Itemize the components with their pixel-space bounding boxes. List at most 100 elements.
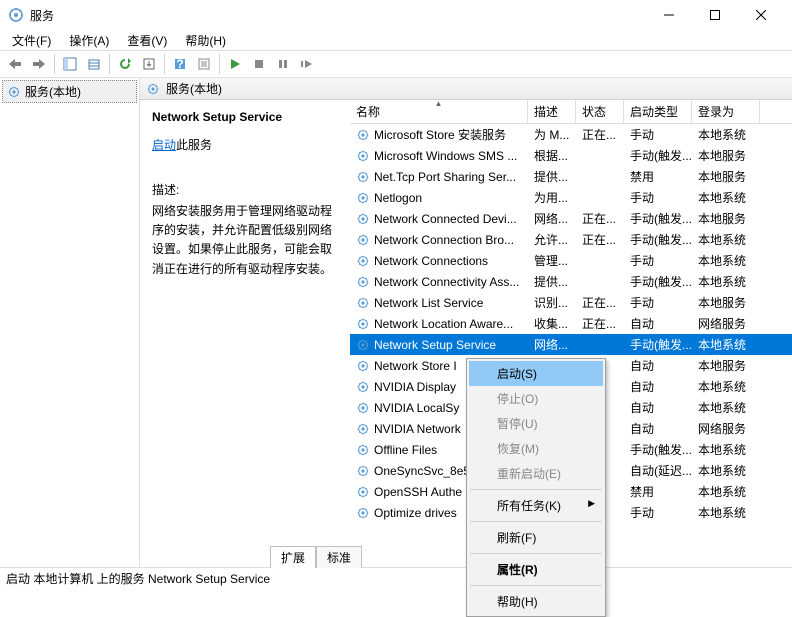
back-button[interactable] [4,53,26,75]
export-list-button[interactable] [83,53,105,75]
cell-desc: 网络... [528,336,576,353]
ctx-start[interactable]: 启动(S) [469,361,603,386]
service-title: Network Setup Service [152,110,338,124]
service-row[interactable]: Microsoft Windows SMS ...根据...手动(触发...本地… [350,145,792,166]
cell-name: Network Connection Bro... [350,233,528,247]
cell-startup: 手动 [624,189,692,206]
cell-startup: 手动 [624,126,692,143]
pause-service-button[interactable] [272,53,294,75]
cell-desc: 提供... [528,273,576,290]
help-button[interactable]: ? [169,53,191,75]
tree-root-item[interactable]: 服务(本地) [2,80,137,103]
cell-logon: 本地系统 [692,399,760,416]
cell-logon: 本地系统 [692,441,760,458]
cell-status: 正在... [576,126,624,143]
ctx-all-tasks[interactable]: 所有任务(K)▶ [469,493,603,518]
detail-header: 服务(本地) [140,78,792,100]
cell-startup: 手动 [624,504,692,521]
service-row[interactable]: Network List Service识别...正在...手动本地服务 [350,292,792,313]
column-name[interactable]: 名称▲ [350,100,528,123]
tab-standard[interactable]: 标准 [316,546,362,568]
cell-logon: 本地服务 [692,147,760,164]
cell-startup: 手动(触发... [624,336,692,353]
service-row[interactable]: Network Setup Service网络...手动(触发...本地系统 [350,334,792,355]
cell-logon: 本地服务 [692,357,760,374]
properties-button[interactable] [193,53,215,75]
cell-desc: 根据... [528,147,576,164]
cell-startup: 自动 [624,420,692,437]
column-status[interactable]: 状态 [576,100,624,123]
menubar: 文件(F) 操作(A) 查看(V) 帮助(H) [0,30,792,50]
service-row[interactable]: Network Connection Bro...允许...正在...手动(触发… [350,229,792,250]
ctx-resume[interactable]: 恢复(M) [469,436,603,461]
ctx-properties[interactable]: 属性(R) [469,557,603,582]
refresh-button[interactable] [114,53,136,75]
menu-file[interactable]: 文件(F) [4,30,59,51]
menu-action[interactable]: 操作(A) [61,30,117,51]
ctx-stop[interactable]: 停止(O) [469,386,603,411]
cell-status: 正在... [576,210,624,227]
ctx-restart[interactable]: 重新启动(E) [469,461,603,486]
gear-icon [7,85,21,99]
cell-status: 正在... [576,231,624,248]
cell-logon: 本地系统 [692,378,760,395]
toolbar-separator [219,54,220,74]
cell-logon: 本地系统 [692,273,760,290]
export-button[interactable] [138,53,160,75]
service-row[interactable]: Netlogon为用...手动本地系统 [350,187,792,208]
column-description[interactable]: 描述 [528,100,576,123]
cell-desc: 允许... [528,231,576,248]
restart-service-button[interactable] [296,53,318,75]
cell-startup: 手动(触发... [624,210,692,227]
ctx-help[interactable]: 帮助(H) [469,589,603,614]
cell-startup: 自动 [624,357,692,374]
toolbar-separator [54,54,55,74]
start-service-link[interactable]: 启动 [152,138,176,152]
cell-name: Network Connections [350,254,528,268]
ctx-pause[interactable]: 暂停(U) [469,411,603,436]
cell-startup: 禁用 [624,168,692,185]
cell-status: 正在... [576,315,624,332]
column-startup[interactable]: 启动类型 [624,100,692,123]
cell-logon: 本地系统 [692,504,760,521]
description-text: 网络安装服务用于管理网络驱动程序的安装，并允许配置低级别网络设置。如果停止此服务… [152,202,338,279]
sort-indicator-icon: ▲ [435,100,443,108]
column-logon[interactable]: 登录为 [692,100,760,123]
cell-name: Microsoft Windows SMS ... [350,149,528,163]
cell-desc: 收集... [528,315,576,332]
toolbar: ? [0,50,792,78]
cell-name: Netlogon [350,191,528,205]
stop-service-button[interactable] [248,53,270,75]
menu-view[interactable]: 查看(V) [119,30,175,51]
svg-text:?: ? [176,57,183,71]
statusbar: 启动 本地计算机 上的服务 Network Setup Service [0,568,792,588]
cell-name: Network Connectivity Ass... [350,275,528,289]
service-row[interactable]: Network Connections管理...手动本地系统 [350,250,792,271]
ctx-separator [470,521,602,522]
services-app-icon [8,7,24,23]
cell-name: Network Connected Devi... [350,212,528,226]
minimize-button[interactable] [646,0,692,30]
show-hide-tree-button[interactable] [59,53,81,75]
cell-desc: 为 M... [528,126,576,143]
service-row[interactable]: Network Connected Devi...网络...正在...手动(触发… [350,208,792,229]
start-service-button[interactable] [224,53,246,75]
cell-name: Network Setup Service [350,338,528,352]
menu-help[interactable]: 帮助(H) [177,30,234,51]
service-row[interactable]: Network Connectivity Ass...提供...手动(触发...… [350,271,792,292]
service-row[interactable]: Microsoft Store 安装服务为 M...正在...手动本地系统 [350,124,792,145]
forward-button[interactable] [28,53,50,75]
service-row[interactable]: Network Location Aware...收集...正在...自动网络服… [350,313,792,334]
toolbar-separator [164,54,165,74]
cell-startup: 手动 [624,252,692,269]
cell-logon: 本地服务 [692,210,760,227]
description-label: 描述: [152,181,338,198]
cell-startup: 手动 [624,294,692,311]
close-button[interactable] [738,0,784,30]
maximize-button[interactable] [692,0,738,30]
ctx-refresh[interactable]: 刷新(F) [469,525,603,550]
tab-extended[interactable]: 扩展 [270,546,316,568]
service-row[interactable]: Net.Tcp Port Sharing Ser...提供...禁用本地服务 [350,166,792,187]
cell-startup: 自动 [624,399,692,416]
tree-pane: 服务(本地) [0,78,140,567]
